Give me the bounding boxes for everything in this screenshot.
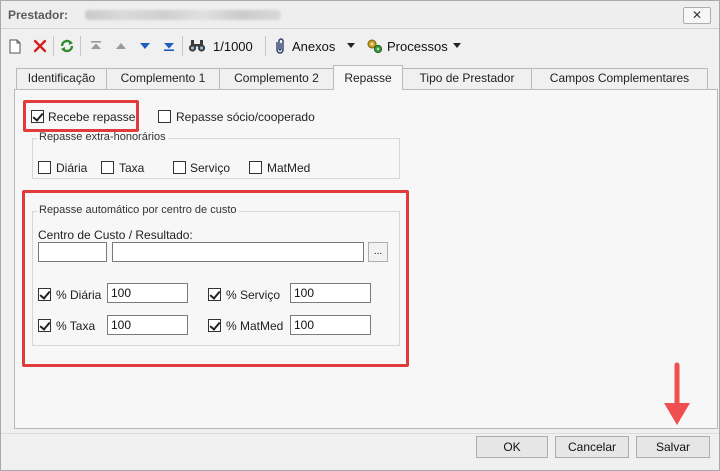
extra-diaria-label: Diária [56, 161, 88, 175]
tab-complemento-1[interactable]: Complemento 1 [106, 68, 220, 89]
window-title: Prestador: [8, 8, 69, 22]
first-record-icon[interactable] [88, 36, 104, 56]
extra-diaria-checkbox[interactable] [38, 161, 51, 174]
percent-servico-label: % Serviço [226, 288, 281, 302]
tab-campos-complementares[interactable]: Campos Complementares [531, 68, 708, 89]
prestador-dialog: Prestador: ✕ 1/1000 Anexos Processos Ide… [0, 0, 720, 471]
blurred-provider-name [85, 10, 281, 20]
tab-strip: Identificação Complemento 1 Complemento … [1, 65, 719, 90]
processes-icon[interactable] [365, 36, 385, 56]
extra-taxa-checkbox[interactable] [101, 161, 114, 174]
footer-divider [1, 433, 719, 434]
percent-diaria-input[interactable]: 100 [107, 283, 188, 303]
percent-servico-input[interactable]: 100 [290, 283, 371, 303]
centro-custo-description-input[interactable] [112, 242, 364, 262]
save-button[interactable]: Salvar [636, 436, 710, 458]
percent-taxa-checkbox[interactable] [38, 319, 51, 332]
centro-custo-label: Centro de Custo / Resultado: [38, 228, 193, 242]
search-binoculars-icon[interactable] [186, 36, 208, 56]
centro-custo-code-input[interactable] [38, 242, 107, 262]
percent-taxa-label: % Taxa [56, 319, 96, 333]
tab-repasse[interactable]: Repasse [333, 65, 403, 90]
tab-tipo-de-prestador[interactable]: Tipo de Prestador [402, 68, 532, 89]
processos-dropdown-caret-icon[interactable] [453, 43, 461, 48]
toolbar: 1/1000 Anexos Processos [1, 30, 719, 62]
record-counter: 1/1000 [213, 39, 253, 54]
toolbar-separator [182, 36, 183, 56]
previous-record-icon[interactable] [113, 36, 129, 56]
last-record-icon[interactable] [161, 36, 177, 56]
extra-honorarios-legend: Repasse extra-honorários [37, 131, 168, 143]
cancel-button[interactable]: Cancelar [555, 436, 629, 458]
ok-button[interactable]: OK [476, 436, 548, 458]
percent-taxa-input[interactable]: 100 [107, 315, 188, 335]
next-record-icon[interactable] [137, 36, 153, 56]
toolbar-separator [265, 36, 266, 56]
repasse-socio-checkbox[interactable] [158, 110, 171, 123]
tab-identificacao[interactable]: Identificação [16, 68, 107, 89]
extra-servico-label: Serviço [190, 161, 231, 175]
title-bar: Prestador: ✕ [1, 1, 719, 29]
percent-matmed-label: % MatMed [226, 319, 284, 333]
percent-servico-checkbox[interactable] [208, 288, 221, 301]
percent-matmed-input[interactable]: 100 [290, 315, 371, 335]
extra-matmed-checkbox[interactable] [249, 161, 262, 174]
recebe-repasse-checkbox[interactable] [31, 110, 44, 123]
toolbar-separator [53, 36, 54, 56]
recebe-repasse-label: Recebe repasse [48, 110, 136, 124]
refresh-icon[interactable] [58, 36, 76, 56]
processos-menu-button[interactable]: Processos [387, 39, 448, 54]
extra-matmed-label: MatMed [267, 161, 311, 175]
extra-servico-checkbox[interactable] [173, 161, 186, 174]
repasse-automatico-legend: Repasse automático por centro de custo [37, 204, 239, 216]
annotation-arrow-icon [664, 362, 690, 425]
paperclip-icon[interactable] [271, 36, 289, 56]
extra-taxa-label: Taxa [119, 161, 145, 175]
delete-icon[interactable] [31, 36, 49, 56]
anexos-dropdown-caret-icon[interactable] [347, 43, 355, 48]
new-document-icon[interactable] [7, 36, 23, 56]
percent-diaria-label: % Diária [56, 288, 102, 302]
anexos-menu-button[interactable]: Anexos [292, 39, 335, 54]
centro-custo-lookup-button[interactable]: ... [368, 242, 388, 262]
tab-complemento-2[interactable]: Complemento 2 [219, 68, 334, 89]
close-button[interactable]: ✕ [683, 7, 711, 24]
toolbar-separator [80, 36, 81, 56]
percent-diaria-checkbox[interactable] [38, 288, 51, 301]
percent-matmed-checkbox[interactable] [208, 319, 221, 332]
repasse-socio-label: Repasse sócio/cooperado [176, 110, 315, 124]
